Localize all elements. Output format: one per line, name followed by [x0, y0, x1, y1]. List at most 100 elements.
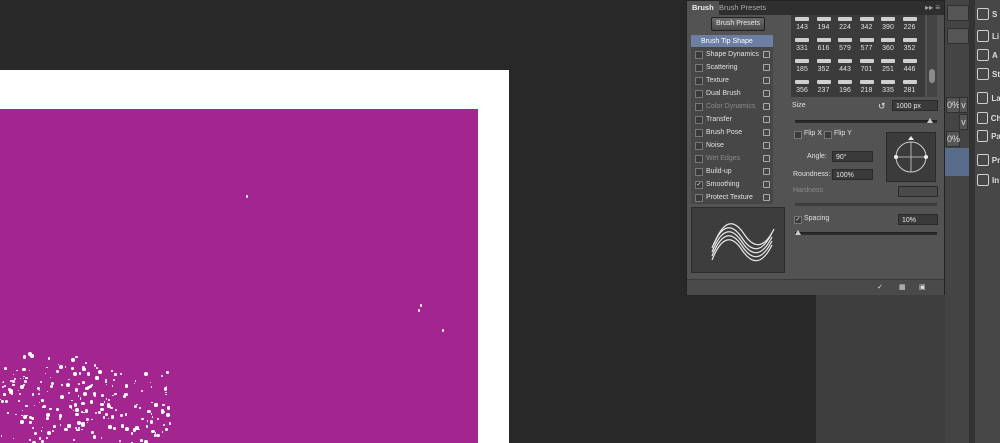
brush-tip-size[interactable]: 360: [879, 45, 897, 52]
brush-tip-thumbnail[interactable]: [795, 80, 809, 84]
brush-tip-size[interactable]: 577: [858, 45, 876, 52]
brush-tip-thumbnail[interactable]: [859, 80, 874, 84]
brush-option-brush-pose[interactable]: Brush Pose: [691, 126, 773, 139]
brush-tip-size[interactable]: 335: [879, 87, 897, 94]
brush-tip-size[interactable]: 701: [858, 66, 876, 73]
brush-option-scattering[interactable]: Scattering: [691, 61, 773, 74]
brush-option-smoothing[interactable]: ✓ Smoothing: [691, 178, 773, 191]
dock-button-2[interactable]: [947, 28, 969, 44]
brush-option-noise[interactable]: Noise: [691, 139, 773, 152]
brush-tip-size[interactable]: 331: [793, 45, 811, 52]
angle-roundness-widget[interactable]: [886, 132, 936, 182]
option-checkbox[interactable]: [695, 90, 703, 98]
brush-tip-thumbnail[interactable]: [881, 80, 895, 84]
option-checkbox[interactable]: [695, 103, 703, 111]
angle-field[interactable]: 90°: [832, 151, 873, 162]
brush-tip-size[interactable]: 143: [793, 24, 811, 31]
opacity-field[interactable]: 0%: [946, 97, 960, 113]
option-checkbox[interactable]: [695, 64, 703, 72]
channels-icon[interactable]: Ch: [975, 108, 1000, 128]
brush-option-protect-texture[interactable]: Protect Texture: [691, 191, 773, 204]
brush-option-wet-edges[interactable]: Wet Edges: [691, 152, 773, 165]
brush-tip-size[interactable]: 185: [793, 66, 811, 73]
option-checkbox[interactable]: [695, 194, 703, 202]
brush-tip-thumbnail[interactable]: [795, 38, 809, 42]
brush-tip-thumbnail[interactable]: [838, 80, 852, 84]
brush-tip-thumbnail[interactable]: [881, 59, 895, 63]
option-checkbox[interactable]: [695, 116, 703, 124]
toggle-live-tip-icon[interactable]: ✓: [877, 283, 883, 291]
option-checkbox[interactable]: [695, 142, 703, 150]
brush-tip-thumbnail[interactable]: [838, 38, 852, 42]
new-brush-icon[interactable]: ▣: [919, 283, 926, 291]
lock-icon[interactable]: [763, 116, 770, 123]
spacing-slider-handle[interactable]: [794, 230, 801, 235]
spacing-slider[interactable]: [795, 232, 937, 235]
brush-option-dual-brush[interactable]: Dual Brush: [691, 87, 773, 100]
grid-icon[interactable]: ▦: [899, 283, 906, 291]
spacing-field[interactable]: 10%: [898, 214, 938, 225]
properties-icon[interactable]: Pr: [975, 150, 1000, 170]
brush-tip-thumbnail[interactable]: [859, 59, 874, 63]
option-checkbox[interactable]: [695, 168, 703, 176]
lock-icon[interactable]: [763, 155, 770, 162]
brush-tip-thumbnail[interactable]: [902, 59, 917, 63]
brush-tip-size[interactable]: 443: [836, 66, 854, 73]
option-checkbox[interactable]: ✓: [695, 181, 703, 189]
brush-tip-size[interactable]: 237: [815, 87, 833, 94]
fill-dropdown[interactable]: v: [959, 114, 968, 130]
lock-icon[interactable]: [763, 129, 770, 136]
brush-tip-thumbnail[interactable]: [816, 59, 831, 63]
brush-tip-thumbnail[interactable]: [795, 59, 809, 63]
option-checkbox[interactable]: [695, 155, 703, 163]
flip-x-checkbox[interactable]: [794, 131, 802, 139]
brush-option-color-dynamics[interactable]: Color Dynamics: [691, 100, 773, 113]
brush-tip-size[interactable]: 352: [815, 66, 833, 73]
brush-tip-thumbnail[interactable]: [902, 80, 917, 84]
lock-icon[interactable]: [763, 181, 770, 188]
option-checkbox[interactable]: [695, 77, 703, 85]
size-field[interactable]: 1000 px: [892, 100, 938, 111]
brush-tip-size[interactable]: 224: [836, 24, 854, 31]
brush-tip-thumbnail[interactable]: [816, 80, 831, 84]
selected-layer-row[interactable]: [945, 148, 969, 176]
brush-tip-thumbnail[interactable]: [838, 17, 852, 21]
brush-presets-button[interactable]: Brush Presets: [711, 17, 765, 31]
brush-tip-size[interactable]: 196: [836, 87, 854, 94]
size-slider[interactable]: [795, 120, 937, 123]
brush-tip-size[interactable]: 356: [793, 87, 811, 94]
brush-tip-grid[interactable]: 143 194 224 342 390 226 331 616 579 577 360 352 185 3…: [791, 15, 925, 97]
magenta-layer[interactable]: [0, 109, 478, 443]
option-checkbox[interactable]: [695, 129, 703, 137]
info-icon[interactable]: In: [975, 170, 1000, 190]
roundness-field[interactable]: 100%: [832, 169, 873, 180]
lock-icon[interactable]: [763, 64, 770, 71]
adjustments-icon[interactable]: A: [975, 45, 1000, 65]
libraries-icon[interactable]: Li: [975, 26, 1000, 46]
brush-tip-thumbnail[interactable]: [816, 38, 831, 42]
brush-tip-size[interactable]: 352: [901, 45, 919, 52]
opacity-dropdown[interactable]: v: [959, 97, 968, 113]
brush-tip-size[interactable]: 194: [815, 24, 833, 31]
brush-option-texture[interactable]: Texture: [691, 74, 773, 87]
lock-icon[interactable]: [763, 90, 770, 97]
layers-icon[interactable]: La: [975, 88, 1000, 108]
brush-tip-size[interactable]: 446: [901, 66, 919, 73]
lock-icon[interactable]: [763, 77, 770, 84]
brush-tip-size[interactable]: 579: [836, 45, 854, 52]
option-checkbox[interactable]: [695, 51, 703, 59]
lock-icon[interactable]: [763, 168, 770, 175]
brush-tip-size[interactable]: 251: [879, 66, 897, 73]
lock-icon[interactable]: [763, 142, 770, 149]
fill-field[interactable]: 0%: [946, 131, 960, 147]
lock-icon[interactable]: [763, 51, 770, 58]
paths-icon[interactable]: Pa: [975, 126, 1000, 146]
brush-tip-size[interactable]: 281: [901, 87, 919, 94]
brush-tip-thumbnail[interactable]: [816, 17, 831, 21]
brush-option-build-up[interactable]: Build-up: [691, 165, 773, 178]
brush-tip-thumbnail[interactable]: [902, 38, 917, 42]
brush-tip-thumbnail[interactable]: [838, 59, 852, 63]
flip-y-checkbox[interactable]: [824, 131, 832, 139]
grid-scroll-thumb[interactable]: [929, 69, 935, 83]
brush-tip-size[interactable]: 390: [879, 24, 897, 31]
